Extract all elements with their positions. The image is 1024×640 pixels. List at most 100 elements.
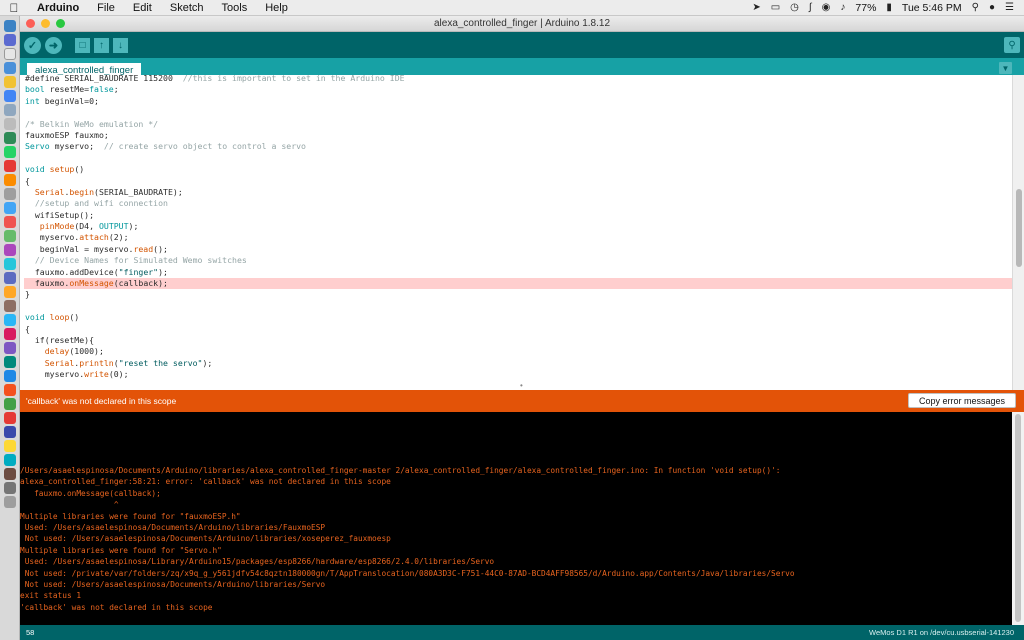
splitter-handle[interactable]: • [520,381,523,390]
apple-icon[interactable]:  [0,1,28,15]
app-icon[interactable] [3,202,16,214]
scrollbar-thumb[interactable] [1016,189,1022,267]
code-line[interactable]: pinMode(D4, OUTPUT); [24,221,1012,232]
code-line[interactable]: if(resetMe){ [24,335,1012,346]
magnifier-icon: ⚲ [1008,39,1016,51]
safari-icon[interactable] [3,48,16,60]
code-line[interactable]: #define SERIAL_BAUDRATE 115200 //this is… [24,75,1012,84]
code-line[interactable]: bool resetMe=false; [24,84,1012,95]
app-icon[interactable] [3,356,16,368]
code-line[interactable] [24,301,1012,312]
tab-menu-button[interactable]: ▼ [999,62,1012,74]
app-icon[interactable] [3,258,16,270]
launchpad-icon[interactable] [3,34,16,46]
bluetooth-icon[interactable]: ∫ [809,2,812,13]
location-icon[interactable]: ➤ [752,2,760,13]
app-icon[interactable] [3,398,16,410]
title-bar[interactable]: alexa_controlled_finger | Arduino 1.8.12 [20,16,1024,32]
error-code-line[interactable]: fauxmo.onMessage(callback); [24,278,1012,290]
spotlight-icon[interactable]: ⚲ [972,2,979,13]
app-icon[interactable] [3,230,16,242]
wifi-icon[interactable]: ◉ [822,2,831,13]
code-line[interactable]: { [24,324,1012,335]
notification-center-icon[interactable]: ☰ [1005,2,1014,13]
arduino-icon[interactable] [3,454,16,466]
app-icon[interactable] [3,286,16,298]
code-line[interactable]: myservo.write(0); [24,369,1012,380]
status-bar: 58 WeMos D1 R1 on /dev/cu.usbserial-1412… [20,625,1024,640]
copy-error-messages-button[interactable]: Copy error messages [907,393,1016,408]
volume-icon[interactable]: ♪ [840,2,845,13]
code-line[interactable]: void setup() [24,164,1012,175]
app-icon[interactable] [3,370,16,382]
code-line[interactable]: fauxmo.addDevice("finger"); [24,267,1012,278]
app-icon[interactable] [3,342,16,354]
code-line[interactable]: /* Belkin WeMo emulation */ [24,119,1012,130]
chrome-icon[interactable] [3,90,16,102]
save-sketch-button[interactable]: ↓ [113,37,128,53]
whatsapp-icon[interactable] [3,146,16,158]
trash-icon[interactable] [3,496,16,508]
code-line[interactable]: } [24,289,1012,300]
code-line[interactable]: fauxmoESP fauxmo; [24,130,1012,141]
app-icon[interactable] [3,384,16,396]
app-icon[interactable] [3,174,16,186]
editor-scrollbar[interactable] [1012,75,1024,390]
menu-file[interactable]: File [88,2,124,14]
app-icon[interactable] [3,132,16,144]
app-icon[interactable] [3,440,16,452]
code-line[interactable] [24,107,1012,118]
verify-button[interactable]: ✓ [24,36,41,54]
app-icon[interactable] [3,328,16,340]
code-line[interactable]: delay(1000); [24,346,1012,357]
menu-app-name[interactable]: Arduino [28,2,88,14]
open-sketch-button[interactable]: ↑ [94,37,109,53]
arrow-right-icon: ➜ [48,39,59,52]
app-icon[interactable] [3,272,16,284]
code-line[interactable]: void loop() [24,312,1012,323]
code-line[interactable]: // Device Names for Simulated Wemo switc… [24,255,1012,266]
code-line[interactable]: myservo.attach(2); [24,232,1012,243]
app-icon[interactable] [3,188,16,200]
app-icon[interactable] [3,118,16,130]
app-icon[interactable] [3,244,16,256]
menu-tools[interactable]: Tools [213,2,257,14]
notes-icon[interactable] [3,76,16,88]
mail-icon[interactable] [3,62,16,74]
code-line[interactable] [24,153,1012,164]
airplay-icon[interactable]: ▭ [771,2,780,13]
code-line[interactable]: Servo myservo; // create servo object to… [24,141,1012,152]
app-icon[interactable] [3,482,16,494]
scrollbar-thumb[interactable] [1015,414,1021,622]
menu-sketch[interactable]: Sketch [161,2,213,14]
console-output[interactable]: /Users/asaelespinosa/Documents/Arduino/l… [20,412,1024,625]
battery-icon[interactable]: ▮ [886,2,892,13]
code-line[interactable]: int beginVal=0; [24,96,1012,107]
menu-help[interactable]: Help [256,2,297,14]
new-sketch-button[interactable]: □ [75,37,90,53]
code-line[interactable]: Serial.begin(SERIAL_BAUDRATE); [24,187,1012,198]
app-icon[interactable] [3,468,16,480]
code-editor[interactable]: #define SERIAL_BAUDRATE 115200 //this is… [20,75,1024,390]
app-icon[interactable] [3,104,16,116]
console-scrollbar[interactable] [1012,412,1024,625]
siri-icon[interactable]: ● [989,2,995,13]
finder-icon[interactable] [3,20,16,32]
serial-monitor-button[interactable]: ⚲ [1004,37,1020,53]
code-line[interactable]: beginVal = myservo.read(); [24,244,1012,255]
upload-button[interactable]: ➜ [45,36,62,54]
app-icon[interactable] [3,426,16,438]
app-icon[interactable] [3,314,16,326]
app-icon[interactable] [3,160,16,172]
app-icon[interactable] [3,300,16,312]
app-icon[interactable] [3,412,16,424]
app-icon[interactable] [3,216,16,228]
code-area[interactable]: #define SERIAL_BAUDRATE 115200 //this is… [24,75,1012,381]
code-line[interactable]: wifiSetup(); [24,210,1012,221]
code-line[interactable]: //setup and wifi connection [24,198,1012,209]
code-line[interactable]: { [24,176,1012,187]
menu-edit[interactable]: Edit [124,2,161,14]
clock[interactable]: Tue 5:46 PM [902,2,962,14]
time-machine-icon[interactable]: ◷ [790,2,799,13]
code-line[interactable]: Serial.println("reset the servo"); [24,358,1012,369]
